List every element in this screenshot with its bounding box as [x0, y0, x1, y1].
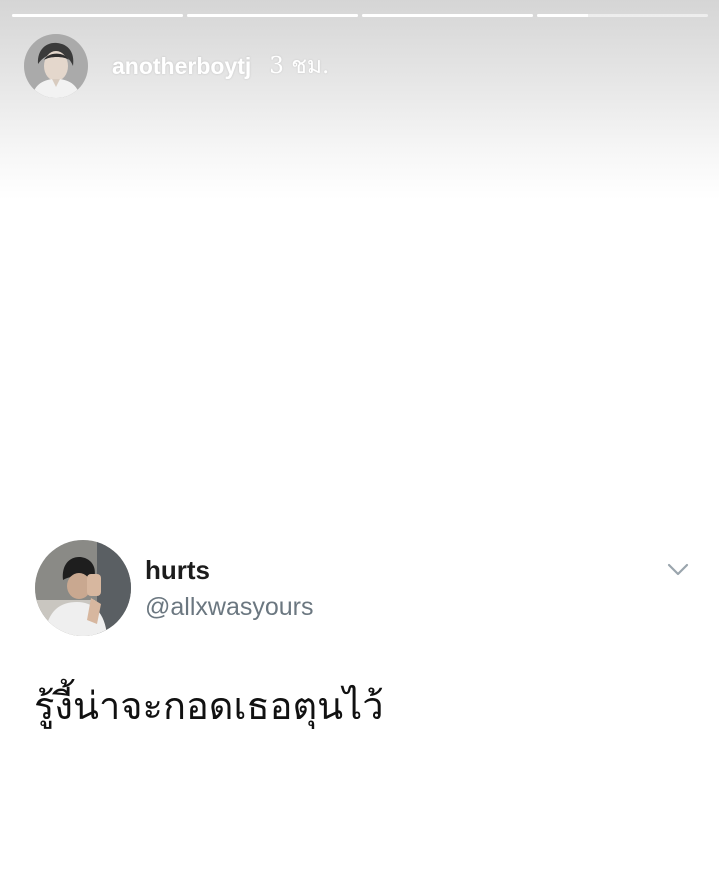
story-progress-segment: [12, 14, 183, 17]
story-progress-fill: [187, 14, 358, 17]
story-username[interactable]: anotherboytj: [112, 53, 251, 80]
story-progress-segment: [537, 14, 708, 17]
story-header[interactable]: anotherboytj 3 ชม.: [24, 34, 329, 98]
story-progress-fill: [362, 14, 533, 17]
tweet-menu-button[interactable]: [664, 559, 692, 579]
person-photo-icon: [35, 540, 131, 636]
story-progress-segment: [362, 14, 533, 17]
story-timestamp: 3 ชม.: [269, 53, 330, 79]
story-progress-fill: [12, 14, 183, 17]
story-avatar[interactable]: [24, 34, 88, 98]
story-progress-fill: [537, 14, 589, 17]
person-photo-icon: [24, 34, 88, 98]
tweet-handle[interactable]: @allxwasyours: [145, 593, 313, 622]
tweet-display-name[interactable]: hurts: [145, 555, 210, 586]
tweet-text: รู้งี้น่าจะกอดเธอตุนไว้: [34, 684, 384, 728]
story-progress-bar: [12, 14, 708, 17]
chevron-down-icon: [667, 563, 689, 576]
tweet-avatar: [35, 540, 131, 636]
story-progress-segment: [187, 14, 358, 17]
story-top-gradient: [0, 0, 719, 200]
